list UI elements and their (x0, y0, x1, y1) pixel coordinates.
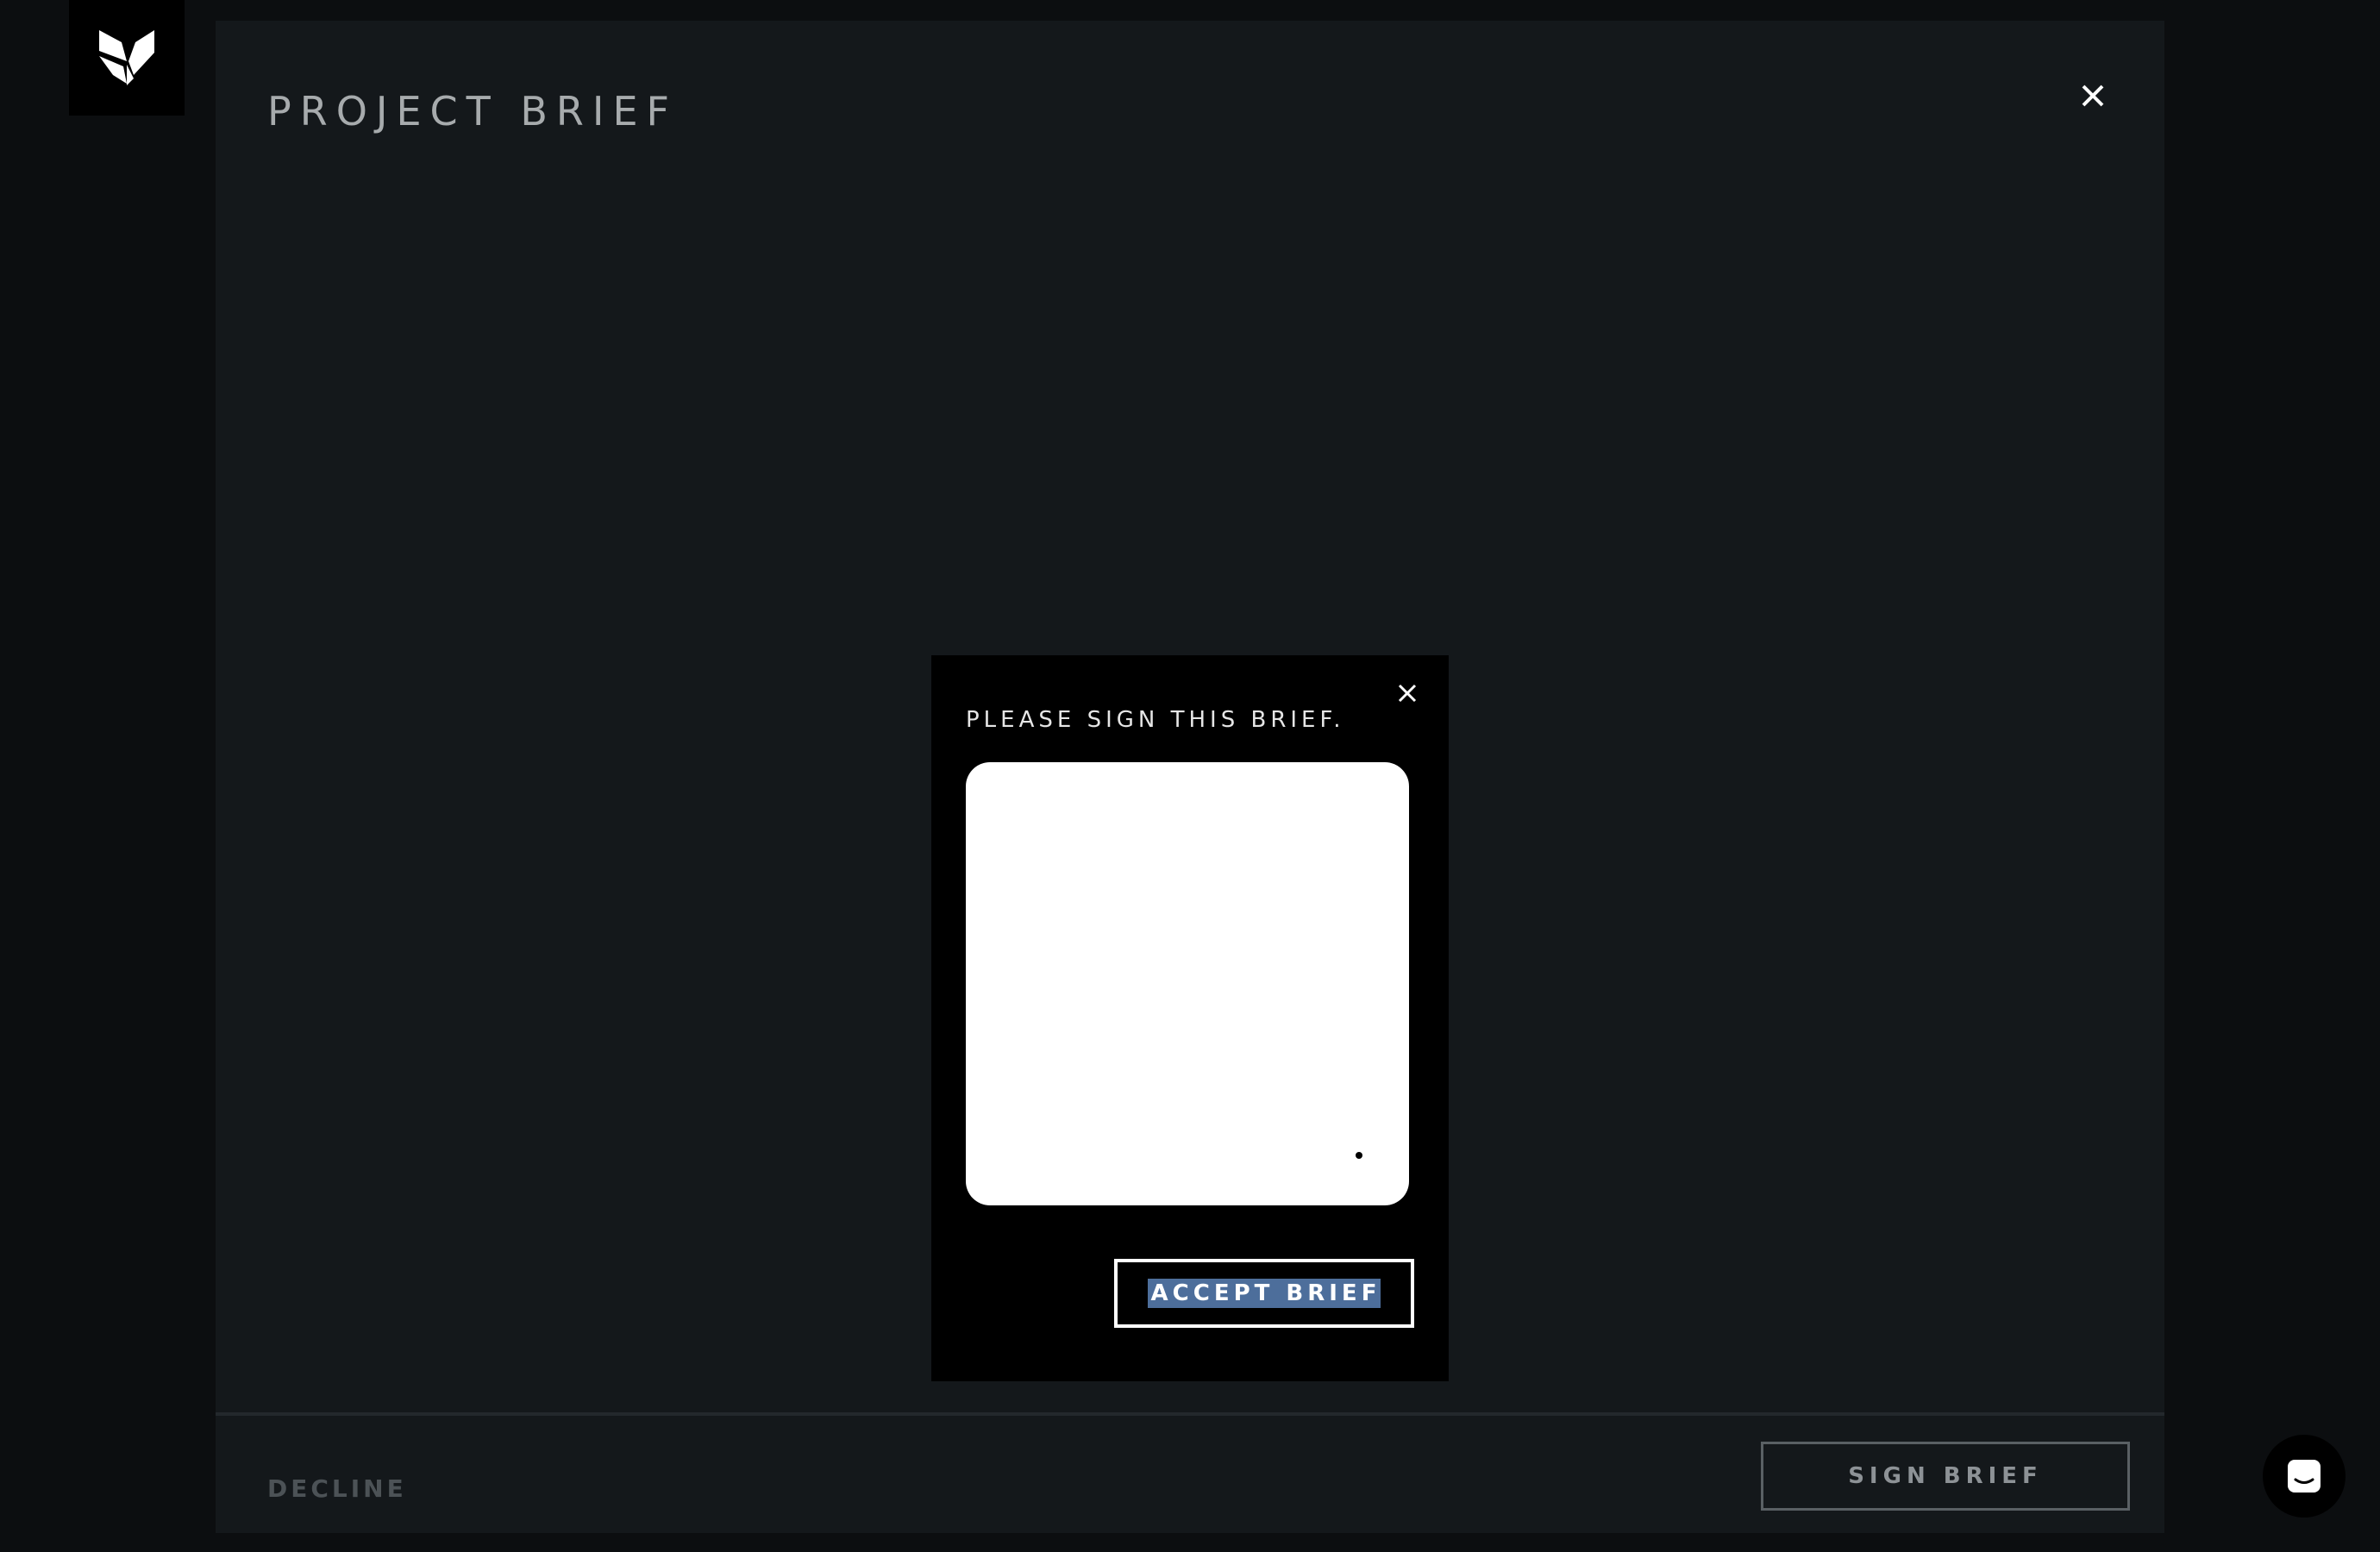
signature-stroke-dot (1356, 1152, 1362, 1159)
panel-close-button[interactable] (2070, 72, 2116, 119)
close-icon (2082, 84, 2104, 107)
sign-brief-button[interactable]: SIGN BRIEF (1761, 1442, 2130, 1511)
accept-brief-button[interactable]: ACCEPT BRIEF (1114, 1259, 1414, 1328)
signature-modal: PLEASE SIGN THIS BRIEF. ACCEPT BRIEF (931, 655, 1449, 1381)
panel-footer: DECLINE SIGN BRIEF (216, 1412, 2164, 1533)
signature-pad[interactable] (966, 762, 1409, 1205)
decline-link[interactable]: DECLINE (267, 1474, 407, 1503)
accept-brief-label: ACCEPT BRIEF (1147, 1279, 1381, 1308)
page-title: PROJECT BRIEF (267, 88, 678, 135)
close-icon (1398, 684, 1417, 703)
modal-title: PLEASE SIGN THIS BRIEF. (966, 707, 1345, 733)
brand-shield-logo-icon (99, 30, 154, 85)
chat-bubble-icon (2288, 1460, 2320, 1493)
brand-logo[interactable] (69, 0, 185, 116)
chat-launcher-button[interactable] (2263, 1435, 2346, 1518)
modal-close-button[interactable] (1390, 676, 1425, 710)
